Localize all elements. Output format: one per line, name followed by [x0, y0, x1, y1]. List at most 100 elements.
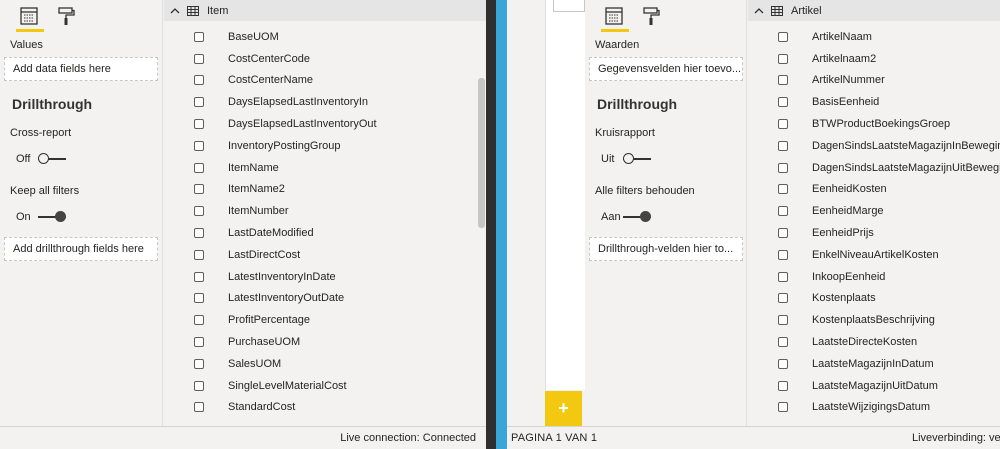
field-row[interactable]: ArtikelNaam	[748, 26, 1000, 48]
checkbox-icon[interactable]	[778, 380, 788, 391]
chevron-up-icon[interactable]	[754, 6, 764, 16]
field-row[interactable]: ItemName2	[164, 179, 486, 201]
field-row[interactable]: SalesUOM	[164, 353, 486, 375]
values-well[interactable]: Gegevensvelden hier toevo...	[589, 57, 743, 81]
checkbox-icon[interactable]	[194, 97, 204, 108]
checkbox-icon[interactable]	[778, 249, 788, 260]
table-header[interactable]: Item	[164, 0, 486, 21]
checkbox-icon[interactable]	[194, 75, 204, 86]
values-well[interactable]: Add data fields here	[4, 57, 158, 81]
field-row[interactable]: ProfitPercentage	[164, 309, 486, 331]
field-row[interactable]: DaysElapsedLastInventoryIn	[164, 91, 486, 113]
field-row[interactable]: LaatsteWijzigingsDatum	[748, 397, 1000, 419]
format-paint-roller-icon[interactable]	[641, 6, 661, 26]
checkbox-icon[interactable]	[194, 315, 204, 326]
field-row[interactable]: LatestInventoryInDate	[164, 266, 486, 288]
checkbox-icon[interactable]	[194, 228, 204, 239]
checkbox-icon[interactable]	[194, 140, 204, 151]
chevron-up-icon[interactable]	[170, 6, 180, 16]
checkbox-icon[interactable]	[194, 184, 204, 195]
keep-filters-toggle[interactable]: On	[16, 210, 66, 224]
format-paint-roller-icon[interactable]	[56, 6, 76, 26]
field-row[interactable]: LaatsteMagazijnInDatum	[748, 353, 1000, 375]
field-row[interactable]: DaysElapsedLastInventoryOut	[164, 113, 486, 135]
scrollbar-thumb[interactable]	[478, 78, 485, 228]
checkbox-icon[interactable]	[194, 293, 204, 304]
checkbox-icon[interactable]	[194, 119, 204, 130]
field-row[interactable]: DagenSindsLaatsteMagazijnInBeweging	[748, 135, 1000, 157]
add-page-icon[interactable]: +	[545, 391, 582, 426]
field-row[interactable]: StandardCost	[164, 397, 486, 419]
checkbox-icon[interactable]	[778, 228, 788, 239]
field-row[interactable]: LaatsteMagazijnUitDatum	[748, 375, 1000, 397]
checkbox-icon[interactable]	[778, 293, 788, 304]
field-name: EnkelNiveauArtikelKosten	[812, 248, 939, 261]
table-header[interactable]: Artikel	[748, 0, 1000, 21]
field-row[interactable]: InkoopEenheid	[748, 266, 1000, 288]
field-name: EenheidPrijs	[812, 227, 874, 240]
checkbox-icon[interactable]	[778, 206, 788, 217]
toggle-track[interactable]	[623, 211, 651, 223]
field-row[interactable]: BTWProductBoekingsGroep	[748, 113, 1000, 135]
field-name: LatestInventoryOutDate	[228, 292, 345, 305]
checkbox-icon[interactable]	[194, 31, 204, 42]
checkbox-icon[interactable]	[778, 358, 788, 369]
field-row[interactable]: KostenplaatsBeschrijving	[748, 309, 1000, 331]
field-row[interactable]: EnkelNiveauArtikelKosten	[748, 244, 1000, 266]
checkbox-icon[interactable]	[194, 271, 204, 282]
field-row[interactable]: LastDateModified	[164, 222, 486, 244]
checkbox-icon[interactable]	[778, 162, 788, 173]
drillthrough-well[interactable]: Add drillthrough fields here	[4, 237, 158, 261]
checkbox-icon[interactable]	[194, 162, 204, 173]
toggle-track[interactable]	[623, 153, 651, 165]
field-row[interactable]: CostCenterName	[164, 70, 486, 92]
checkbox-icon[interactable]	[778, 315, 788, 326]
checkbox-icon[interactable]	[194, 402, 204, 413]
fields-icon[interactable]	[604, 6, 624, 26]
field-row[interactable]: Artikelnaam2	[748, 48, 1000, 70]
checkbox-icon[interactable]	[194, 337, 204, 348]
field-row[interactable]: SingleLevelMaterialCost	[164, 375, 486, 397]
checkbox-icon[interactable]	[194, 380, 204, 391]
drillthrough-well[interactable]: Drillthrough-velden hier to...	[589, 237, 743, 261]
field-row[interactable]: BaseUOM	[164, 26, 486, 48]
checkbox-icon[interactable]	[778, 53, 788, 64]
field-row[interactable]: InventoryPostingGroup	[164, 135, 486, 157]
checkbox-icon[interactable]	[778, 97, 788, 108]
checkbox-icon[interactable]	[778, 31, 788, 42]
field-row[interactable]: ArtikelNummer	[748, 70, 1000, 92]
field-row[interactable]: EenheidKosten	[748, 179, 1000, 201]
checkbox-icon[interactable]	[194, 249, 204, 260]
field-row[interactable]: ItemNumber	[164, 200, 486, 222]
field-row[interactable]: ItemName	[164, 157, 486, 179]
cross-report-toggle[interactable]: Uit	[601, 152, 651, 166]
checkbox-icon[interactable]	[194, 206, 204, 217]
checkbox-icon[interactable]	[194, 358, 204, 369]
field-row[interactable]: PurchaseUOM	[164, 331, 486, 353]
field-row[interactable]: DagenSindsLaatsteMagazijnUitBeweging	[748, 157, 1000, 179]
checkbox-icon[interactable]	[778, 271, 788, 282]
checkbox-icon[interactable]	[778, 184, 788, 195]
toggle-track[interactable]	[38, 153, 66, 165]
field-name: SalesUOM	[228, 357, 282, 370]
field-row[interactable]: LatestInventoryOutDate	[164, 288, 486, 310]
keep-filters-toggle[interactable]: Aan	[601, 210, 651, 224]
checkbox-icon[interactable]	[778, 140, 788, 151]
keep-filters-state: Aan	[601, 211, 621, 223]
field-row[interactable]: EenheidMarge	[748, 200, 1000, 222]
checkbox-icon[interactable]	[778, 402, 788, 413]
checkbox-icon[interactable]	[778, 75, 788, 86]
checkbox-icon[interactable]	[194, 53, 204, 64]
fields-icon[interactable]	[19, 6, 39, 26]
field-row[interactable]: CostCenterCode	[164, 48, 486, 70]
checkbox-icon[interactable]	[778, 119, 788, 130]
field-row[interactable]: EenheidPrijs	[748, 222, 1000, 244]
cross-report-label: Cross-report	[10, 127, 72, 139]
field-row[interactable]: LastDirectCost	[164, 244, 486, 266]
field-row[interactable]: Kostenplaats	[748, 288, 1000, 310]
checkbox-icon[interactable]	[778, 337, 788, 348]
cross-report-toggle[interactable]: Off	[16, 152, 66, 166]
toggle-track[interactable]	[38, 211, 66, 223]
field-row[interactable]: LaatsteDirecteKosten	[748, 331, 1000, 353]
field-row[interactable]: BasisEenheid	[748, 91, 1000, 113]
